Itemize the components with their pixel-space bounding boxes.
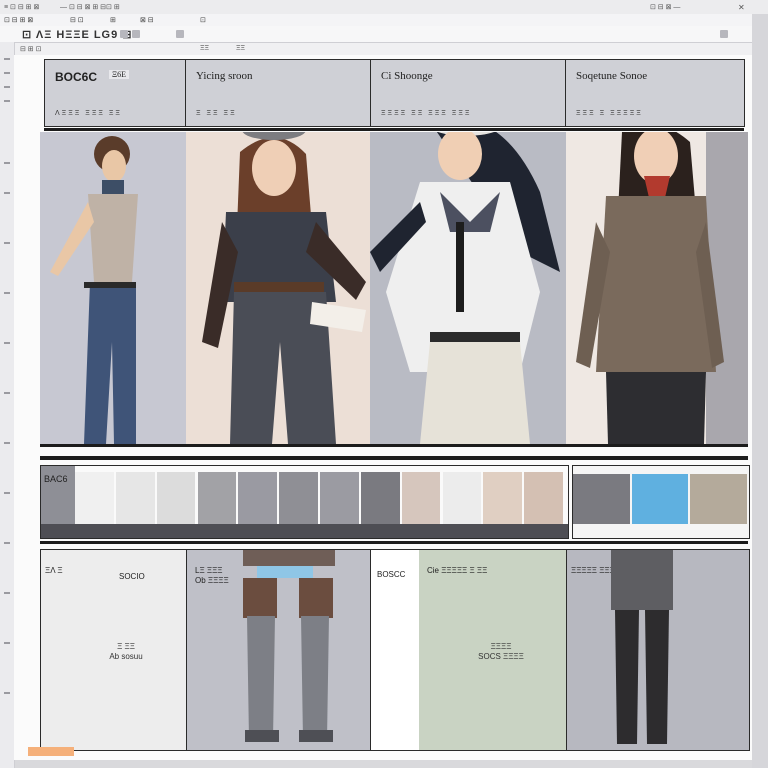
title-mid: — ⊡ ⊟ ⊠ ⊞ ⊟⊡ ⊞: [60, 4, 120, 11]
character-panel-1[interactable]: [40, 132, 186, 444]
character-panel-2[interactable]: [186, 132, 370, 444]
header-title: Yicing sroon: [196, 70, 253, 82]
menu-item[interactable]: ⊡: [200, 16, 206, 24]
close-icon[interactable]: ✕: [738, 3, 745, 12]
subbar-item[interactable]: ΞΞ: [236, 45, 245, 52]
design-canvas: BOC6C Ξ6Ε ΛΞΞΞ ΞΞΞ ΞΞ Yicing sroon Ξ ΞΞ …: [14, 55, 752, 760]
title-bar: ≡ ⊡ ⊟ ⊞ ⊠ — ⊡ ⊟ ⊠ ⊞ ⊟⊡ ⊞ ⊡ ⊟ ⊠ — ✕: [0, 0, 768, 15]
color-swatch[interactable]: [401, 472, 441, 524]
bottom-card-4[interactable]: ΞΞΞΞΞ ΞΞΞΞ Ξ Ξ: [566, 549, 750, 751]
tool-icon[interactable]: [176, 30, 184, 38]
menu-item[interactable]: ⊟ ⊡: [70, 16, 84, 24]
header-cell-4[interactable]: Soqetune Sonoe ΞΞΞ Ξ ΞΞΞΞΞ: [565, 59, 745, 127]
divider: [40, 456, 748, 460]
menu-item[interactable]: ⊠ ⊟: [140, 16, 154, 24]
color-swatch[interactable]: [483, 472, 523, 524]
subbar-item[interactable]: ⊟ ⊞ ⊡: [20, 45, 42, 53]
header-title: Ci Shoonge: [381, 70, 433, 82]
menu-bar: ⊡ ⊟ ⊞ ⊠ ⊟ ⊡ ⊞ ⊠ ⊟ ⊡: [0, 14, 768, 26]
header-title: Soqetune Sonoe: [576, 70, 648, 82]
divider: [40, 444, 748, 447]
character-panel-3[interactable]: [370, 132, 566, 444]
color-swatch[interactable]: [320, 472, 359, 524]
character-figure-4: [566, 132, 748, 444]
header-subtitle: Ξ ΞΞ ΞΞ: [196, 110, 237, 117]
title-left: ≡ ⊡ ⊟ ⊞ ⊠: [4, 4, 40, 11]
header-title: BOC6C: [55, 70, 98, 84]
menu-item[interactable]: ⊞: [110, 16, 116, 24]
tool-icon[interactable]: [720, 30, 728, 38]
tool-icon[interactable]: [132, 30, 140, 38]
color-swatch[interactable]: [573, 474, 630, 524]
color-swatch[interactable]: [360, 472, 400, 524]
color-swatch[interactable]: [75, 472, 114, 524]
divider: [44, 128, 744, 131]
color-swatch[interactable]: [156, 472, 196, 524]
right-scrollbar[interactable]: [752, 14, 768, 768]
color-swatch[interactable]: [115, 472, 155, 524]
color-swatch[interactable]: [197, 472, 237, 524]
card-label: ΞΛ Ξ: [45, 566, 63, 575]
header-subtitle: ΞΞΞΞ ΞΞ ΞΞΞ ΞΞΞ: [381, 110, 472, 117]
header-cell-2[interactable]: Yicing sroon Ξ ΞΞ ΞΞ: [185, 59, 371, 127]
title-right: ⊡ ⊟ ⊠ —: [650, 4, 681, 11]
card-label: BOSCC: [377, 570, 406, 579]
header-cell-3[interactable]: Ci Shoonge ΞΞΞΞ ΞΞ ΞΞΞ ΞΞΞ: [370, 59, 566, 127]
left-tool-strip[interactable]: [0, 42, 15, 768]
character-panel-4[interactable]: [566, 132, 748, 444]
header-subtitle: ΛΞΞΞ ΞΞΞ ΞΞ: [55, 110, 122, 117]
tool-icon[interactable]: [120, 30, 128, 38]
swatch-strip-main[interactable]: BAC6: [40, 465, 569, 539]
color-swatch[interactable]: [238, 472, 278, 524]
boots-figure: [243, 550, 335, 742]
status-progress: [28, 747, 74, 756]
divider: [40, 541, 748, 544]
swatch-label: BAC6: [44, 474, 68, 484]
color-swatch[interactable]: [690, 474, 747, 524]
swatch-strip-side[interactable]: [572, 465, 750, 539]
bottom-card-1[interactable]: ΞΛ Ξ SOCIO Ξ ΞΞ Ab sosuu: [40, 549, 188, 751]
character-figure-2: [186, 132, 370, 444]
sub-toolbar: ⊟ ⊞ ⊡ ΞΞ ΞΞ: [0, 43, 768, 55]
legs-figure: [611, 550, 673, 744]
card-title: Cie ΞΞΞΞΞ Ξ ΞΞ: [427, 566, 488, 575]
card-note: ΞΞΞΞ SOCS ΞΞΞΞ: [478, 642, 524, 661]
color-swatch[interactable]: [524, 472, 563, 524]
card-note: Ξ ΞΞ Ab sosuu: [109, 642, 143, 661]
character-figure-1: [40, 132, 186, 444]
character-figure-3: [370, 132, 566, 444]
color-swatch[interactable]: [442, 472, 482, 524]
app-logo: ⊡ ΛΞ ΗΞΞΕ LG9 ⊟: [22, 29, 133, 41]
toolbar: ⊡ ΛΞ ΗΞΞΕ LG9 ⊟: [0, 26, 768, 43]
menu-item[interactable]: ⊡ ⊟ ⊞ ⊠: [4, 16, 33, 24]
color-swatch[interactable]: [631, 474, 689, 524]
header-tag: Ξ6Ε: [109, 70, 130, 79]
bottom-card-2[interactable]: LΞ ΞΞΞ Ob ΞΞΞΞ: [186, 549, 372, 751]
header-cell-1[interactable]: BOC6C Ξ6Ε ΛΞΞΞ ΞΞΞ ΞΞ: [44, 59, 186, 127]
bottom-card-3[interactable]: BOSCC Cie ΞΞΞΞΞ Ξ ΞΞ ΞΞΞΞ SOCS ΞΞΞΞ: [370, 549, 568, 751]
card-title: SOCIO: [119, 572, 145, 581]
subbar-item[interactable]: ΞΞ: [200, 45, 209, 52]
color-swatch[interactable]: [279, 472, 318, 524]
header-subtitle: ΞΞΞ Ξ ΞΞΞΞΞ: [576, 110, 643, 117]
